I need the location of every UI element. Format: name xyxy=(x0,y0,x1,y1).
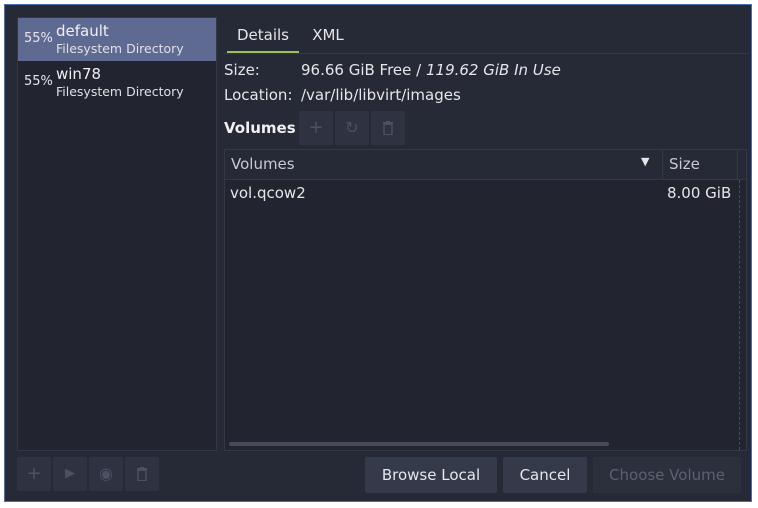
pool-name: win78 xyxy=(56,65,102,83)
stop-icon: ◉ xyxy=(99,464,113,483)
delete-pool-button[interactable] xyxy=(125,457,159,491)
column-divider xyxy=(662,150,663,179)
browse-local-button[interactable]: Browse Local xyxy=(365,457,497,493)
sort-down-icon[interactable]: ▼ xyxy=(641,155,649,168)
size-free-value: 96.66 GiB Free / xyxy=(301,61,426,79)
stop-pool-button[interactable]: ◉ xyxy=(89,457,123,491)
size-label: Size: xyxy=(224,61,260,79)
location-label: Location: xyxy=(224,86,293,104)
refresh-volumes-button[interactable]: ↻ xyxy=(335,111,369,145)
cancel-button[interactable]: Cancel xyxy=(503,457,587,493)
refresh-icon: ↻ xyxy=(345,118,359,137)
choose-volume-button[interactable]: Choose Volume xyxy=(593,457,741,493)
size-value: 96.66 GiB Free / 119.62 GiB In Use xyxy=(301,61,561,79)
plus-icon: + xyxy=(26,463,42,484)
pool-usage-percent: 55% xyxy=(24,31,53,46)
play-icon: ▶ xyxy=(65,466,75,481)
start-pool-button[interactable]: ▶ xyxy=(53,457,87,491)
tab-xml[interactable]: XML xyxy=(303,23,353,53)
tab-details[interactable]: Details xyxy=(227,23,299,53)
column-drop-indicator xyxy=(739,180,740,450)
volume-row-size[interactable]: 8.00 GiB xyxy=(667,184,731,202)
pool-item-win78[interactable]: 55% win78 Filesystem Directory xyxy=(18,61,216,104)
pool-type: Filesystem Directory xyxy=(56,84,184,99)
plus-icon: + xyxy=(308,117,324,138)
choose-storage-volume-dialog: 55% default Filesystem Directory 55% win… xyxy=(4,4,752,502)
add-volume-button[interactable]: + xyxy=(299,111,333,145)
trash-icon xyxy=(137,467,147,482)
tab-divider xyxy=(223,53,749,54)
volumes-heading: Volumes xyxy=(224,119,296,137)
pool-type: Filesystem Directory xyxy=(56,41,184,56)
column-divider xyxy=(737,150,738,179)
column-header-volumes[interactable]: Volumes xyxy=(231,155,295,173)
volume-row-name[interactable]: vol.qcow2 xyxy=(230,184,306,202)
size-in-use-value: 119.62 GiB In Use xyxy=(425,61,561,79)
horizontal-scrollbar[interactable] xyxy=(229,442,609,446)
storage-pool-list[interactable]: 55% default Filesystem Directory 55% win… xyxy=(17,17,217,451)
volume-table[interactable]: Volumes ▼ Size vol.qcow2 8.00 GiB xyxy=(224,149,747,451)
column-header-size[interactable]: Size xyxy=(669,155,700,173)
pool-item-default[interactable]: 55% default Filesystem Directory xyxy=(18,18,216,61)
trash-icon xyxy=(383,121,393,136)
delete-volume-button[interactable] xyxy=(371,111,405,145)
pool-name: default xyxy=(56,22,109,40)
location-value: /var/lib/libvirt/images xyxy=(301,86,461,104)
add-pool-button[interactable]: + xyxy=(17,457,51,491)
volume-table-header: Volumes ▼ Size xyxy=(225,150,746,180)
pool-usage-percent: 55% xyxy=(24,74,53,89)
